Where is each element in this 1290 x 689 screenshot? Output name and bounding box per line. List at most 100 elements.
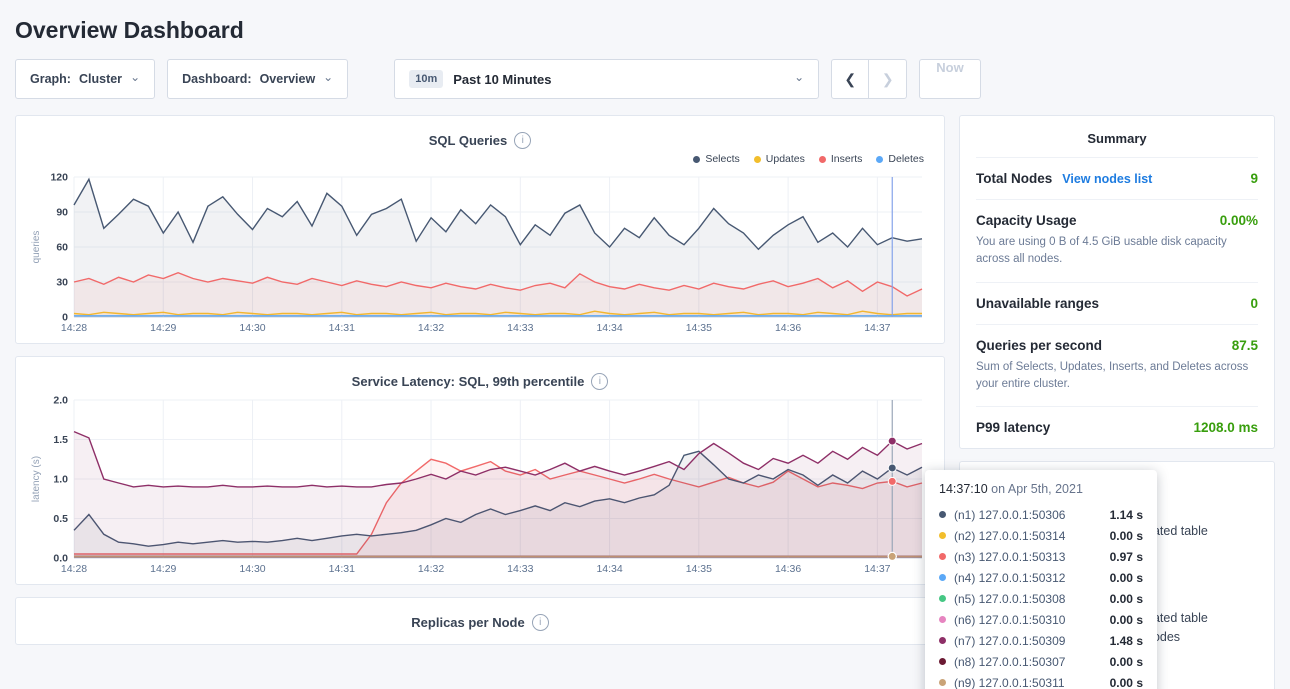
chevron-down-icon: ⌄ [130,71,140,83]
tooltip-node-row: (n7) 127.0.0.1:503091.48 s [939,630,1143,651]
svg-text:14:33: 14:33 [507,563,533,575]
tooltip-node-row: (n1) 127.0.0.1:503061.14 s [939,504,1143,525]
node-color-dot-icon [939,553,946,560]
svg-text:14:33: 14:33 [507,322,533,334]
node-color-dot-icon [939,679,946,686]
svg-text:queries: queries [31,231,42,264]
info-icon[interactable]: i [514,132,531,149]
svg-text:14:28: 14:28 [61,322,87,334]
time-range-picker[interactable]: 10m Past 10 Minutes ⌄ [394,59,819,99]
capacity-usage-label: Capacity Usage [976,213,1077,228]
node-color-dot-icon [939,574,946,581]
page-title: Overview Dashboard [15,0,1275,59]
legend-item-deletes[interactable]: Deletes [876,153,924,165]
chevron-down-icon: ⌄ [794,71,804,83]
replicas-chart-title: Replicas per Node [411,615,524,630]
info-icon[interactable]: i [532,614,549,631]
svg-text:latency (s): latency (s) [31,456,42,502]
svg-text:120: 120 [50,172,68,184]
capacity-usage-value: 0.00% [1220,213,1258,228]
node-color-dot-icon [939,637,946,644]
svg-text:14:34: 14:34 [596,563,622,575]
graph-scope-dropdown[interactable]: Graph: Cluster ⌄ [15,59,155,99]
node-color-dot-icon [939,511,946,518]
dashboard-controls: Graph: Cluster ⌄ Dashboard: Overview ⌄ 1… [15,59,1275,115]
svg-text:14:37: 14:37 [864,563,890,575]
svg-text:14:29: 14:29 [150,563,176,575]
tooltip-node-row: (n8) 127.0.0.1:503070.00 s [939,651,1143,672]
total-nodes-label: Total Nodes [976,171,1052,186]
tooltip-node-rows: (n1) 127.0.0.1:503061.14 s(n2) 127.0.0.1… [939,504,1143,689]
time-range-label: Past 10 Minutes [453,72,784,87]
svg-text:30: 30 [56,277,68,289]
summary-row-capacity: Capacity Usage 0.00% You are using 0 B o… [976,199,1258,282]
time-nav-buttons: ❮ ❯ [831,59,907,99]
tooltip-node-row: (n4) 127.0.0.1:503120.00 s [939,567,1143,588]
tooltip-node-row: (n3) 127.0.0.1:503130.97 s [939,546,1143,567]
time-prev-button[interactable]: ❮ [831,59,869,99]
replicas-per-node-chart-card: Replicas per Node i [15,597,945,645]
node-color-dot-icon [939,616,946,623]
node-color-dot-icon [939,595,946,602]
tooltip-node-row: (n5) 127.0.0.1:503080.00 s [939,588,1143,609]
svg-text:1.5: 1.5 [53,434,68,446]
svg-text:1.0: 1.0 [53,474,68,486]
summary-row-unavailable-ranges: Unavailable ranges 0 [976,282,1258,324]
total-nodes-value: 9 [1250,171,1258,186]
qps-label: Queries per second [976,338,1102,353]
sql-queries-legend: Selects Updates Inserts Deletes [28,151,932,169]
service-latency-chart-card: Service Latency: SQL, 99th percentile i … [15,356,945,585]
tooltip-node-row: (n2) 127.0.0.1:503140.00 s [939,525,1143,546]
p99-latency-value: 1208.0 ms [1193,420,1258,435]
tooltip-node-row: (n9) 127.0.0.1:503110.00 s [939,672,1143,689]
now-button[interactable]: Now [919,59,980,99]
unavailable-ranges-label: Unavailable ranges [976,296,1099,311]
dashboard-select-dropdown[interactable]: Dashboard: Overview ⌄ [167,59,348,99]
svg-text:14:30: 14:30 [239,563,265,575]
qps-value: 87.5 [1232,338,1258,353]
time-next-button[interactable]: ❯ [869,59,907,99]
svg-text:14:37: 14:37 [864,322,890,334]
svg-text:90: 90 [56,207,68,219]
summary-panel: Summary Total Nodes View nodes list 9 Ca… [959,115,1275,449]
summary-row-total-nodes: Total Nodes View nodes list 9 [976,157,1258,199]
sql-queries-chart-title: SQL Queries [429,133,508,148]
legend-item-inserts[interactable]: Inserts [819,153,863,165]
legend-item-selects[interactable]: Selects [693,153,739,165]
svg-text:14:32: 14:32 [418,322,444,334]
svg-text:14:35: 14:35 [686,322,712,334]
capacity-usage-subtext: You are using 0 B of 4.5 GiB usable disk… [976,234,1258,269]
charts-column: SQL Queries i Selects Updates Inserts Delet… [15,115,945,657]
svg-text:14:28: 14:28 [61,563,87,575]
info-icon[interactable]: i [591,373,608,390]
svg-text:14:34: 14:34 [596,322,622,334]
summary-row-qps: Queries per second 87.5 Sum of Selects, … [976,324,1258,407]
chevron-down-icon: ⌄ [323,71,333,83]
svg-text:14:29: 14:29 [150,322,176,334]
legend-item-updates[interactable]: Updates [754,153,805,165]
tooltip-timestamp: 14:37:10 on Apr 5th, 2021 [939,482,1143,504]
svg-text:14:32: 14:32 [418,563,444,575]
svg-text:14:31: 14:31 [329,563,355,575]
view-nodes-list-link[interactable]: View nodes list [1062,172,1152,186]
qps-subtext: Sum of Selects, Updates, Inserts, and De… [976,359,1258,394]
node-color-dot-icon [939,658,946,665]
chart-hover-tooltip: 14:37:10 on Apr 5th, 2021 (n1) 127.0.0.1… [925,470,1157,689]
sql-queries-chart[interactable]: 030609012014:2814:2914:3014:3114:3214:33… [28,169,932,337]
svg-text:14:30: 14:30 [239,322,265,334]
p99-latency-label: P99 latency [976,420,1050,435]
service-latency-chart[interactable]: 0.00.51.01.52.014:2814:2914:3014:3114:32… [28,392,932,578]
summary-title: Summary [976,116,1258,157]
svg-text:2.0: 2.0 [53,395,68,407]
tooltip-node-row: (n6) 127.0.0.1:503100.00 s [939,609,1143,630]
overview-dashboard-page: Overview Dashboard Graph: Cluster ⌄ Dash… [0,0,1290,689]
unavailable-ranges-value: 0 [1250,296,1258,311]
service-latency-chart-title: Service Latency: SQL, 99th percentile [352,374,585,389]
graph-dropdown-label: Graph: [30,72,71,86]
dashboard-dropdown-label: Dashboard: [182,72,251,86]
legend-dot-icon [693,156,700,163]
node-color-dot-icon [939,532,946,539]
summary-row-p99: P99 latency 1208.0 ms [976,406,1258,448]
time-range-badge: 10m [409,70,443,88]
legend-dot-icon [754,156,761,163]
